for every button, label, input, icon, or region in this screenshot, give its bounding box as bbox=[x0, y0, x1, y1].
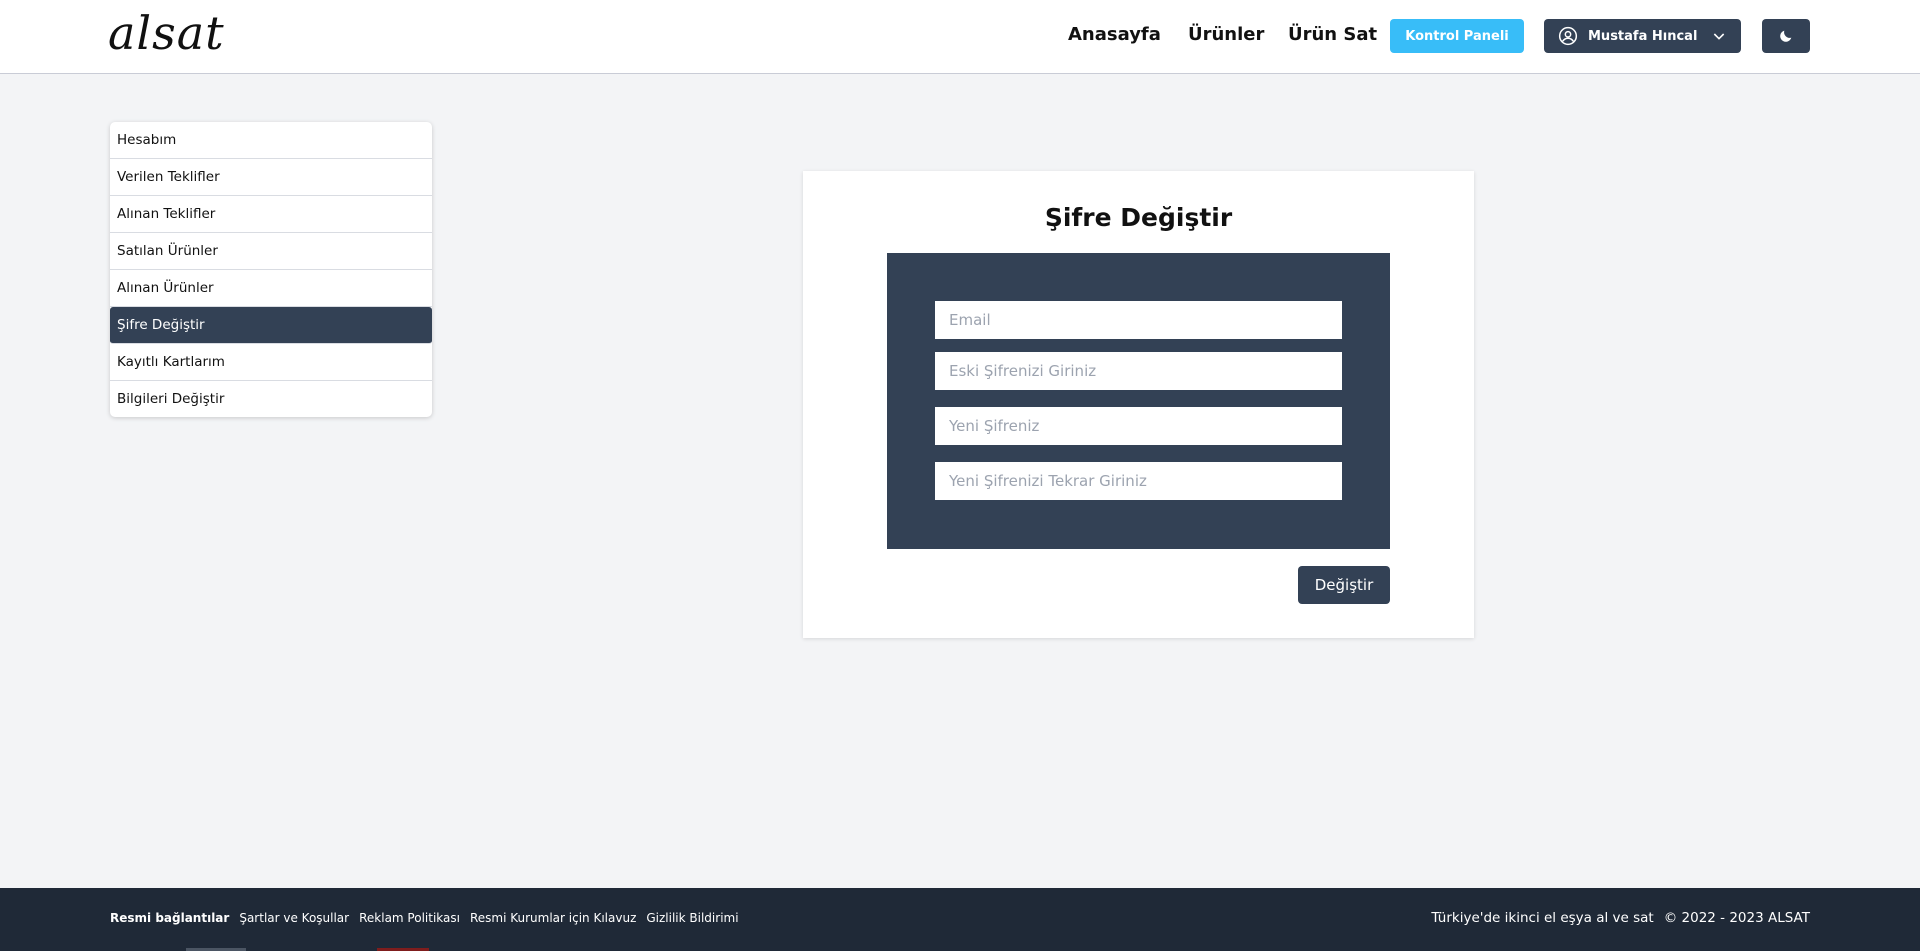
new-password-input[interactable] bbox=[935, 407, 1342, 445]
sidebar-item-sold-products[interactable]: Satılan Ürünler bbox=[110, 233, 432, 270]
email-input[interactable] bbox=[935, 301, 1342, 339]
sidebar-item-change-password[interactable]: Şifre Değiştir bbox=[110, 307, 432, 344]
sidebar-item-offers-made[interactable]: Verilen Teklifler bbox=[110, 159, 432, 196]
theme-toggle-button[interactable] bbox=[1762, 19, 1810, 53]
top-navbar: alsat Anasayfa Ürünler Ürün Sat Kontrol … bbox=[0, 0, 1920, 74]
footer-tagline: Türkiye'de ikinci el eşya al ve sat bbox=[1431, 910, 1654, 926]
footer-copyright: © 2022 - 2023 ALSAT bbox=[1663, 910, 1810, 926]
footer-link-privacy[interactable]: Gizlilik Bildirimi bbox=[646, 911, 738, 925]
nav-products-link[interactable]: Ürünler bbox=[1188, 24, 1264, 45]
change-password-card: Şifre Değiştir Değiştir bbox=[803, 171, 1474, 638]
account-sidebar: Hesabım Verilen Teklifler Alınan Teklifl… bbox=[110, 122, 432, 417]
user-circle-icon bbox=[1558, 26, 1578, 46]
nav-home-link[interactable]: Anasayfa bbox=[1068, 24, 1161, 45]
sidebar-item-bought-products[interactable]: Alınan Ürünler bbox=[110, 270, 432, 307]
moon-icon bbox=[1780, 30, 1792, 42]
page-title: Şifre Değiştir bbox=[1044, 203, 1233, 232]
sidebar-item-account[interactable]: Hesabım bbox=[110, 122, 432, 159]
sidebar-item-offers-received[interactable]: Alınan Teklifler bbox=[110, 196, 432, 233]
footer-links: Resmi bağlantılar Şartlar ve Koşullar Re… bbox=[110, 911, 739, 925]
sidebar-item-saved-cards[interactable]: Kayıtlı Kartlarım bbox=[110, 344, 432, 381]
site-footer: Resmi bağlantılar Şartlar ve Koşullar Re… bbox=[0, 888, 1920, 951]
chevron-down-icon bbox=[1714, 33, 1725, 40]
user-menu-button[interactable]: Mustafa Hıncal bbox=[1544, 19, 1741, 53]
footer-info: Türkiye'de ikinci el eşya al ve sat © 20… bbox=[1431, 910, 1810, 926]
password-form bbox=[887, 253, 1390, 549]
footer-link-terms[interactable]: Şartlar ve Koşullar bbox=[239, 911, 349, 925]
site-logo[interactable]: alsat bbox=[108, 6, 225, 60]
old-password-input[interactable] bbox=[935, 352, 1342, 390]
user-name: Mustafa Hıncal bbox=[1588, 28, 1698, 44]
control-panel-button[interactable]: Kontrol Paneli bbox=[1390, 19, 1524, 53]
footer-link-ad-policy[interactable]: Reklam Politikası bbox=[359, 911, 460, 925]
footer-links-title: Resmi bağlantılar bbox=[110, 911, 230, 925]
nav-sell-link[interactable]: Ürün Sat bbox=[1288, 24, 1377, 45]
repeat-password-input[interactable] bbox=[935, 462, 1342, 500]
footer-link-authorities-guide[interactable]: Resmi Kurumlar için Kılavuz bbox=[470, 911, 636, 925]
change-password-button[interactable]: Değiştir bbox=[1298, 566, 1390, 604]
sidebar-item-edit-info[interactable]: Bilgileri Değiştir bbox=[110, 381, 432, 417]
